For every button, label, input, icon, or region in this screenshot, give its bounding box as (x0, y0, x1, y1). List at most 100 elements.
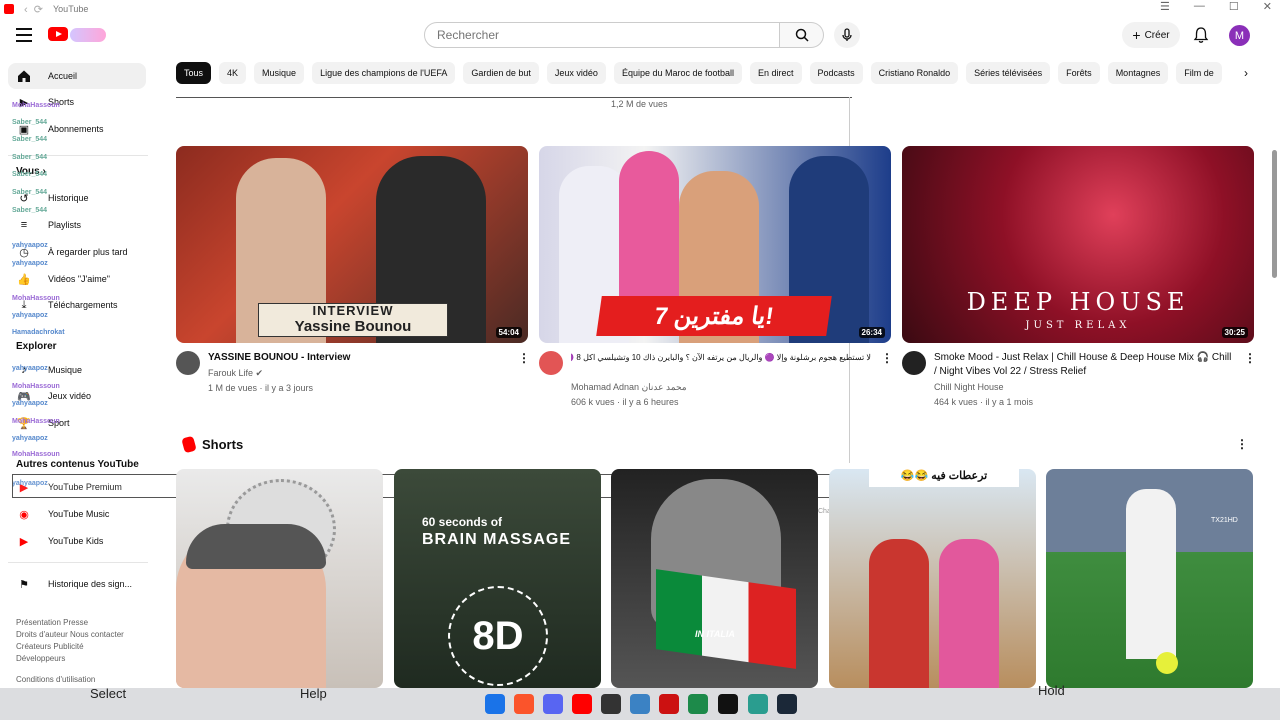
channel-avatar[interactable] (176, 351, 200, 375)
video-title[interactable]: لا تستطيع هجوم برشلونة وإلا 🟣 والريال من… (571, 351, 871, 365)
video-meta: 606 k vues · il y a 6 heures (571, 397, 679, 407)
chip-podcasts[interactable]: Podcasts (809, 62, 863, 84)
youtube-kids-icon: ▶ (19, 535, 29, 548)
notifications-bell-icon[interactable] (1192, 26, 1210, 44)
sidebar-item-playlists[interactable]: ≡ Playlists (8, 212, 146, 238)
chip-music[interactable]: Musique (254, 62, 305, 84)
more-options-icon[interactable]: ⋮ (881, 351, 893, 365)
youtube-favicon-icon (4, 4, 14, 14)
video-title[interactable]: Smoke Mood - Just Relax | Chill House & … (934, 351, 1234, 379)
footer-line[interactable]: Droits d'auteur Nous contacter (16, 629, 124, 641)
hamburger-menu-icon[interactable] (16, 28, 32, 42)
channel-name[interactable]: Chill Night House (934, 380, 1004, 395)
discord-icon[interactable] (543, 694, 563, 714)
chat-user: yahyaapoz (12, 312, 48, 319)
more-options-icon[interactable]: ⋮ (1244, 351, 1256, 365)
sidebar-item-liked[interactable]: 👍 Vidéos "J'aime" (8, 266, 146, 292)
short-person (869, 539, 929, 688)
sidebar-more-heading: Autres contenus YouTube (16, 459, 139, 470)
youtube-app-icon[interactable] (572, 694, 592, 714)
maximize-icon[interactable]: ☐ (1229, 0, 1239, 13)
channel-avatar[interactable] (902, 351, 926, 375)
app-icon[interactable] (659, 694, 679, 714)
short-thumbnail[interactable]: 60 seconds of BRAIN MASSAGE 8D (394, 469, 601, 688)
channel-name[interactable]: Farouk Life ✔ (208, 366, 263, 381)
page-scrollbar[interactable] (1272, 150, 1277, 278)
epic-games-icon[interactable] (718, 694, 738, 714)
channel-avatar[interactable] (539, 351, 563, 375)
chat-line: Saber_544 (12, 154, 47, 161)
create-button[interactable]: + Créer (1122, 22, 1180, 48)
video-duration: 26:34 (858, 327, 885, 338)
chip-video-games[interactable]: Jeux vidéo (546, 62, 606, 84)
shorts-more-options-icon[interactable]: ⋮ (1236, 437, 1248, 451)
video-thumbnail[interactable]: DEEP HOUSE JUST RELAX 30:25 (902, 146, 1254, 343)
close-icon[interactable]: ✕ (1263, 0, 1272, 13)
minimize-icon[interactable]: — (1194, 0, 1205, 13)
steam-icon[interactable] (777, 694, 797, 714)
footer-terms[interactable]: Conditions d'utilisation (16, 674, 95, 686)
youtube-logo-icon[interactable] (48, 27, 68, 41)
app-icon[interactable] (630, 694, 650, 714)
menu-icon[interactable]: ☰ (1160, 0, 1170, 13)
chip-mountains[interactable]: Montagnes (1107, 62, 1169, 84)
short-player (1126, 489, 1176, 659)
footer-links[interactable]: Présentation Presse Droits d'auteur Nous… (16, 617, 124, 665)
spreadsheet-icon[interactable] (688, 694, 708, 714)
flag-icon: ⚑ (19, 578, 29, 591)
short-overlay-mid: BRAIN MASSAGE (422, 531, 572, 548)
chip-live[interactable]: En direct (750, 62, 802, 84)
window-controls[interactable]: ☰ — ☐ ✕ (1160, 0, 1272, 13)
account-avatar[interactable]: M (1229, 25, 1250, 46)
controller-hold-label: Hold (1038, 683, 1065, 698)
app-icon[interactable] (748, 694, 768, 714)
sidebar-item-report-history[interactable]: ⚑ Historique des sign... (8, 571, 146, 597)
obs-icon[interactable] (601, 694, 621, 714)
brave-browser-icon[interactable] (514, 694, 534, 714)
chip-forests[interactable]: Forêts (1058, 62, 1100, 84)
chip-cristiano-ronaldo[interactable]: Cristiano Ronaldo (870, 62, 959, 84)
chip-champions-league[interactable]: Ligue des champions de l'UEFA (312, 62, 456, 84)
more-options-icon[interactable]: ⋮ (518, 351, 530, 365)
video-meta: 1 M de vues · il y a 3 jours (208, 383, 314, 393)
chat-user: yahyaapoz (12, 242, 48, 249)
short-thumbnail[interactable]: TX21HD (1046, 469, 1253, 688)
chip-4k[interactable]: 4K (219, 62, 247, 84)
short-thumbnail[interactable]: ترعطات فيه 😂😂 (829, 469, 1036, 688)
chip-goalkeeper[interactable]: Gardien de but (463, 62, 539, 84)
video-title[interactable]: YASSINE BOUNOU - Interview (208, 351, 508, 365)
windows-start-icon[interactable] (485, 694, 505, 714)
system-clock[interactable] (1274, 692, 1276, 712)
video-thumbnail[interactable]: 7 يا مفترين! 26:34 (539, 146, 891, 343)
short-thumbnail[interactable] (176, 469, 383, 688)
short-thumbnail[interactable]: IN ITALIA (611, 469, 818, 688)
chip-tv-series[interactable]: Séries télévisées (966, 62, 1051, 84)
short-watermark: TX21HD (1211, 517, 1238, 524)
sidebar-item-label: YouTube Kids (48, 536, 104, 546)
footer-line[interactable]: Développeurs (16, 653, 124, 665)
browser-titlebar: ‹ ⟳ YouTube ☰ — ☐ ✕ (0, 0, 1280, 18)
footer-line[interactable]: Présentation Presse (16, 617, 124, 629)
chat-user: yahyaapoz (12, 260, 48, 267)
channel-name[interactable]: Mohamad Adnan محمد عدنان (571, 380, 687, 395)
youtube-doodle[interactable] (70, 28, 106, 42)
sidebar-item-home[interactable]: Accueil (8, 63, 146, 89)
video-thumbnail[interactable]: INTERVIEW Yassine Bounou 54:04 (176, 146, 528, 343)
chip-morocco-team[interactable]: Équipe du Maroc de football (613, 62, 743, 84)
chat-user: Hamadachrokat (12, 329, 65, 336)
chevron-right-icon[interactable]: › (1244, 66, 1248, 80)
browser-nav-icons[interactable]: ‹ ⟳ (24, 3, 43, 16)
chat-line: Saber_544 (12, 119, 47, 126)
sidebar-item-youtube-kids[interactable]: ▶ YouTube Kids (8, 528, 146, 554)
chip-all[interactable]: Tous (176, 62, 212, 84)
search-button[interactable] (780, 22, 824, 48)
youtube-music-icon: ◉ (19, 508, 29, 521)
chip-films[interactable]: Film de (1176, 62, 1222, 84)
plus-icon: + (1132, 27, 1141, 43)
voice-search-button[interactable] (834, 22, 860, 48)
search-input[interactable] (424, 22, 780, 48)
sidebar-item-label: Jeux vidéo (48, 391, 92, 401)
chat-line: yahyaapoz (12, 400, 48, 407)
sidebar-item-youtube-music[interactable]: ◉ YouTube Music (8, 501, 146, 527)
footer-line[interactable]: Créateurs Publicité (16, 641, 124, 653)
